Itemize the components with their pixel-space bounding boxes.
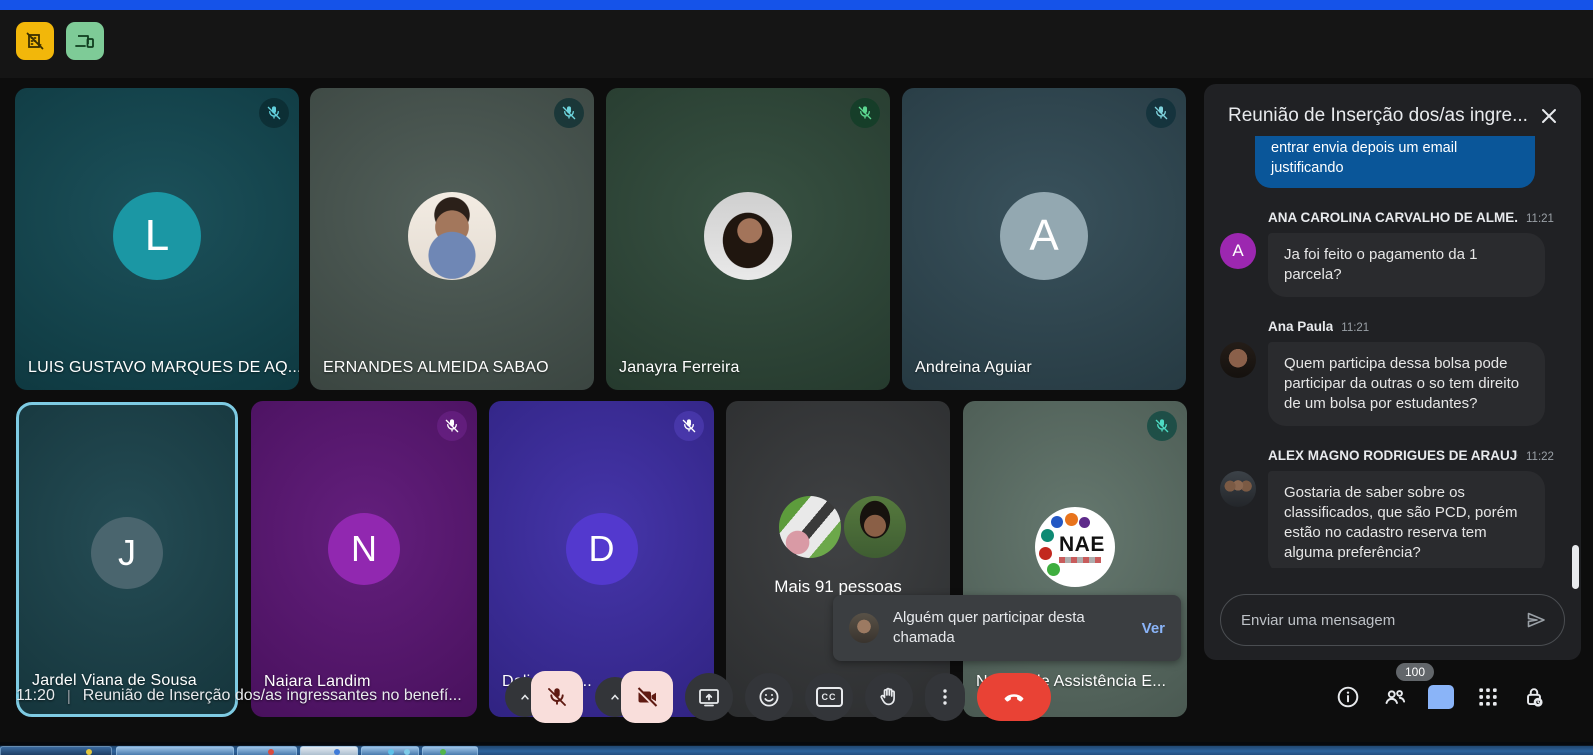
join-request-toast: Alguém quer participar desta chamada Ver [833,595,1181,661]
more-people-label: Mais 91 pessoas [726,577,950,597]
close-icon[interactable] [1537,104,1561,128]
activities-grid-icon[interactable] [1472,681,1504,713]
cc-label: CC [816,687,843,707]
avatar: A [1000,192,1088,280]
taskbar-button[interactable] [300,746,358,755]
chat-message: ANA CAROLINA CARVALHO DE ALME... 11:21 A… [1220,210,1561,297]
more-options-button[interactable] [925,673,965,721]
send-icon[interactable] [1524,608,1548,632]
windows-taskbar[interactable] [0,742,1593,755]
call-control-bar: CC [505,669,1051,725]
sender-name: Ana Paula [1268,319,1333,334]
avatar: N [328,513,400,585]
taskbar-button[interactable] [237,746,297,755]
message-time: 11:21 [1341,322,1369,334]
message-text: Gostaria de saber sobre os classificados… [1268,471,1545,568]
mic-off-icon [674,411,704,441]
taskbar-start-area[interactable] [0,746,112,755]
people-icon[interactable] [1379,681,1411,713]
avatar-photo [408,192,496,280]
participant-name: LUIS GUSTAVO MARQUES DE AQ... [28,359,299,377]
chat-input-container [1220,594,1565,646]
participant-name: ERNANDES ALMEIDA SABAO [323,359,549,377]
avatar-photo [844,496,906,558]
sender-name: ANA CAROLINA CARVALHO DE ALME... [1268,210,1518,225]
avatar-photo [1220,471,1256,507]
avatar: D [566,513,638,585]
avatar-photo [1220,342,1256,378]
taskbar-button[interactable] [116,746,234,755]
taskbar-button[interactable] [422,746,478,755]
video-tile-selected[interactable]: J Jardel Viana de Sousa [16,402,238,717]
chat-header: Reunião de Inserção dos/as ingre... [1204,84,1581,134]
disable-background-icon[interactable] [16,22,54,60]
mic-off-icon [1146,98,1176,128]
message-text: Ja foi feito o pagamento da 1 parcela? [1268,233,1545,297]
sender-name: ALEX MAGNO RODRIGUES DE ARAUJO [1268,448,1518,463]
video-tile[interactable]: L LUIS GUSTAVO MARQUES DE AQ... [15,88,299,390]
mic-off-icon [850,98,880,128]
mic-off-icon [554,98,584,128]
avatar-photo [849,613,879,643]
present-screen-button[interactable] [685,673,733,721]
avatar: L [113,192,201,280]
chat-scrollbar[interactable] [1572,545,1579,589]
end-call-button[interactable] [977,673,1051,721]
host-controls-lock-icon[interactable] [1518,681,1550,713]
mic-off-icon [259,98,289,128]
chat-icon-active[interactable] [1425,681,1457,713]
chat-message-input[interactable] [1239,611,1524,630]
mic-muted-button[interactable] [531,671,583,723]
avatar-photo [704,192,792,280]
avatar-photo [779,496,841,558]
emoji-reactions-button[interactable] [745,673,793,721]
chat-message: ALEX MAGNO RODRIGUES DE ARAUJO 11:22 Gos… [1220,448,1561,568]
message-time: 11:21 [1526,213,1554,225]
info-icon[interactable] [1332,681,1364,713]
raise-hand-button[interactable] [865,673,913,721]
participants-count-badge: 100 [1396,663,1434,681]
participant-name: Andreina Aguiar [915,359,1032,377]
message-text: Quem participa dessa bolsa pode particip… [1268,342,1545,426]
video-tile[interactable]: N Naiara Landim [251,401,477,717]
google-meet-window: L LUIS GUSTAVO MARQUES DE AQ... ERNANDES… [0,0,1593,755]
avatar: A [1220,233,1256,269]
browser-top-bar [0,0,1593,10]
extension-bar [0,10,1593,78]
participant-name: Janayra Ferreira [619,359,740,377]
chat-panel: Reunião de Inserção dos/as ingre... entr… [1204,84,1581,660]
clock-time: 11:20 [16,687,55,705]
toast-view-button[interactable]: Ver [1142,620,1165,637]
nae-logo-text: NAE [1059,533,1105,557]
avatar: J [91,517,163,589]
devices-icon[interactable] [66,22,104,60]
meeting-panels-bar [1332,681,1550,713]
toast-message: Alguém quer participar desta chamada [893,608,1132,648]
video-tile[interactable]: A Andreina Aguiar [902,88,1186,390]
chat-message-own: entrar envia depois um email justificand… [1255,136,1535,188]
chat-message: Ana Paula 11:21 Quem participa dessa bol… [1220,319,1561,426]
chat-title: Reunião de Inserção dos/as ingre... [1228,105,1537,127]
video-tile[interactable]: ERNANDES ALMEIDA SABAO [310,88,594,390]
message-time: 11:22 [1526,451,1554,463]
meeting-title: Reunião de Inserção dos/as ingressantes … [83,687,462,705]
chat-message-list[interactable]: entrar envia depois um email justificand… [1220,136,1561,568]
mic-off-icon [437,411,467,441]
video-tile[interactable]: Janayra Ferreira [606,88,890,390]
captions-button[interactable]: CC [805,673,853,721]
mic-off-icon [1147,411,1177,441]
camera-off-button[interactable] [621,671,673,723]
nae-logo: NAE [1035,507,1115,587]
status-separator: | [67,688,71,705]
status-line: 11:20 | Reunião de Inserção dos/as ingre… [16,687,462,705]
